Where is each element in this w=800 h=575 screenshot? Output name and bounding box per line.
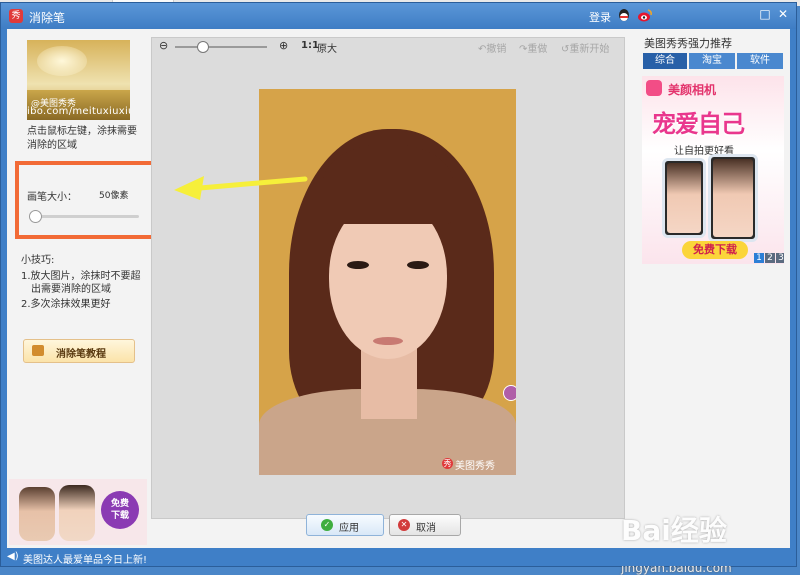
- promo-title: 美图秀秀强力推荐: [644, 37, 732, 50]
- redo-button[interactable]: ↷重做: [519, 40, 547, 55]
- ad-phone-2: [708, 154, 758, 242]
- photo-eye-left: [347, 261, 369, 269]
- watermark-logo-icon: 秀: [442, 458, 453, 469]
- instruction-text: 点击鼠标左键，涂抹需要消除的区域: [27, 126, 137, 151]
- eraser-tutorial-button[interactable]: 消除笔教程: [23, 339, 135, 363]
- status-bar: ◀) 美图达人最爱单品今日上新!: [1, 548, 796, 566]
- zoom-slider-thumb[interactable]: [197, 41, 209, 53]
- brush-size-value: 50像素: [99, 191, 129, 201]
- edited-photo[interactable]: 秀 美图秀秀: [259, 89, 516, 475]
- title-bar[interactable]: 秀 消除笔 登录 □ ✕: [1, 3, 796, 29]
- qq-icon[interactable]: [617, 8, 631, 23]
- sample-thumbnail: @美图秀秀 ibo.com/meituxiuxiu: [27, 40, 130, 120]
- photo-eye-right: [407, 261, 429, 269]
- photo-mouth: [373, 337, 403, 345]
- ad-page-1[interactable]: 1: [754, 253, 764, 263]
- brush-size-slider[interactable]: [29, 215, 139, 218]
- badge-line-2: 下载: [110, 511, 129, 521]
- cancel-icon: ✕: [398, 519, 410, 531]
- beauty-camera-logo-icon: [646, 80, 662, 96]
- dialog-body: @美图秀秀 ibo.com/meituxiuxiu 点击鼠标左键，涂抹需要消除的…: [7, 29, 790, 575]
- zoom-in-icon[interactable]: ⊕: [279, 40, 291, 52]
- maximize-button[interactable]: □: [758, 7, 772, 21]
- speaker-icon: ◀): [7, 551, 19, 562]
- ad-slogan: 宠爱自己: [652, 110, 745, 138]
- brush-cursor: [503, 385, 516, 401]
- ad-phone-screen: [713, 159, 753, 237]
- apply-button[interactable]: ✓ 应用: [306, 514, 384, 536]
- tips-title: 小技巧:: [21, 255, 55, 266]
- status-text[interactable]: 美图达人最爱单品今日上新!: [23, 551, 147, 566]
- ad-page-3[interactable]: 3: [776, 253, 784, 263]
- brush-size-label: 画笔大小：: [27, 192, 77, 203]
- undo-label: 撤销: [486, 44, 507, 55]
- ad-face-2: [59, 485, 95, 541]
- tab-taobao[interactable]: 淘宝: [689, 53, 735, 69]
- zoom-out-icon[interactable]: ⊖: [159, 40, 171, 52]
- cancel-label: 取消: [416, 523, 436, 534]
- ad-face-1: [19, 487, 55, 541]
- eraser-dialog: 秀 消除笔 登录 □ ✕ @美图秀秀 ibo.com/meituxiuxiu 点…: [0, 2, 797, 575]
- arrow-shaft: [197, 176, 308, 191]
- ad-phone-1: [662, 158, 706, 238]
- ad-phone-screen: [667, 163, 701, 233]
- tip-2: 2.多次涂抹效果更好: [21, 299, 111, 310]
- restart-label: 重新开始: [569, 44, 610, 55]
- photo-bangs: [323, 144, 453, 224]
- login-link[interactable]: 登录: [589, 9, 611, 25]
- yellow-annotation-arrow: [174, 176, 308, 200]
- tab-general[interactable]: 综合: [643, 53, 687, 69]
- window-title: 消除笔: [29, 11, 66, 25]
- badge-line-1: 免费: [110, 499, 129, 509]
- free-download-badge[interactable]: 免费 下载: [101, 491, 139, 529]
- thumb-url: ibo.com/meituxiuxiu: [27, 106, 130, 117]
- original-size-button[interactable]: 原大: [317, 40, 337, 55]
- book-icon: [32, 345, 44, 356]
- restart-button[interactable]: ↺重新开始: [561, 40, 609, 55]
- brush-size-slider-thumb[interactable]: [28, 210, 42, 223]
- weibo-icon[interactable]: [637, 8, 653, 23]
- tip-1-line-2: 出需要消除的区域: [31, 284, 111, 295]
- promo-ad[interactable]: 美颜相机 宠爱自己 让自拍更好看 免费下载 1 2 3: [642, 76, 784, 264]
- undo-button[interactable]: ↶撤销: [478, 40, 506, 55]
- arrow-head: [174, 176, 204, 200]
- ad-download-button[interactable]: 免费下载: [682, 241, 748, 259]
- thumb-sunlight: [37, 46, 87, 76]
- zoom-slider[interactable]: [175, 46, 267, 48]
- tab-software[interactable]: 软件: [737, 53, 783, 69]
- meitu-logo-icon: 秀: [9, 9, 23, 23]
- brush-size-panel: 画笔大小： 50像素: [15, 161, 165, 239]
- cancel-button[interactable]: ✕ 取消: [389, 514, 461, 536]
- left-ad-banner[interactable]: 免费 下载: [9, 479, 147, 545]
- ad-page-2[interactable]: 2: [765, 253, 775, 263]
- check-icon: ✓: [321, 519, 333, 531]
- ad-brand: 美颜相机: [668, 83, 717, 97]
- photo-watermark: 美图秀秀: [455, 461, 495, 472]
- baidu-jingyan-watermark: Bai经验: [621, 514, 727, 547]
- close-button[interactable]: ✕: [776, 7, 790, 21]
- tutorial-label: 消除笔教程: [56, 349, 106, 360]
- apply-label: 应用: [339, 523, 359, 534]
- redo-label: 重做: [527, 44, 548, 55]
